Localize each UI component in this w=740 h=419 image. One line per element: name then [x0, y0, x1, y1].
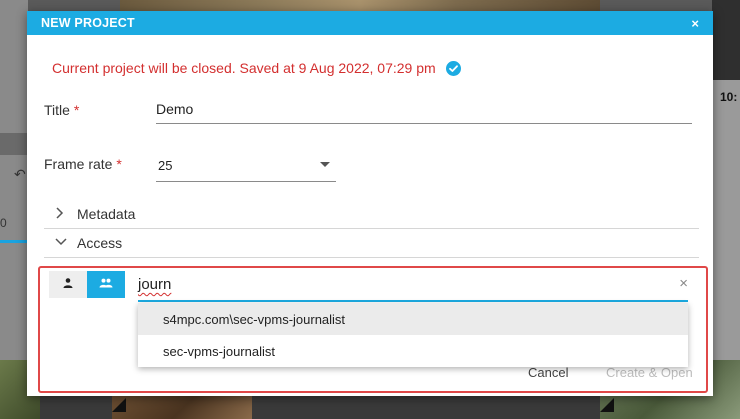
section-access[interactable]: Access — [44, 229, 699, 258]
suggestion-item[interactable]: sec-vpms-journalist — [138, 335, 688, 367]
access-search-input[interactable]: journ — [138, 276, 171, 293]
frame-rate-label-text: Frame rate — [44, 156, 113, 172]
check-circle-icon — [445, 60, 461, 76]
section-access-label: Access — [77, 235, 123, 251]
background-timeline-bar — [0, 240, 28, 243]
group-icon — [99, 276, 113, 294]
background-timeline-number: 0 — [0, 216, 7, 230]
search-underline — [138, 300, 688, 302]
user-toggle-button[interactable] — [49, 271, 87, 298]
chevron-down-icon[interactable] — [320, 162, 330, 167]
dialog-header: NEW PROJECT × — [27, 11, 713, 35]
title-input[interactable]: Demo — [156, 101, 193, 117]
background-marker — [600, 398, 614, 412]
title-label-text: Title — [44, 102, 70, 118]
create-and-open-button[interactable]: Create & Open — [606, 365, 693, 380]
save-notice-text: Current project will be closed. Saved at… — [52, 60, 436, 76]
cancel-button[interactable]: Cancel — [528, 365, 568, 380]
chevron-right-icon — [55, 206, 71, 222]
background-left-strip — [0, 133, 28, 155]
required-mark: * — [116, 156, 122, 172]
save-notice: Current project will be closed. Saved at… — [52, 60, 461, 76]
suggestions-dropdown: s4mpc.com\sec-vpms-journalist sec-vpms-j… — [138, 303, 688, 367]
suggestion-item[interactable]: s4mpc.com\sec-vpms-journalist — [138, 303, 688, 335]
section-metadata-label: Metadata — [77, 206, 136, 222]
background-left-panel — [0, 0, 28, 419]
dialog-title: NEW PROJECT — [41, 16, 135, 30]
new-project-dialog: NEW PROJECT × Current project will be cl… — [27, 11, 713, 396]
person-icon — [62, 276, 74, 294]
close-icon[interactable]: × — [691, 16, 699, 31]
group-toggle-button[interactable] — [87, 271, 125, 298]
frame-rate-select[interactable]: 25 — [158, 158, 172, 173]
title-label: Title * — [44, 102, 79, 118]
access-search-field: journ × — [138, 273, 688, 302]
frame-rate-underline — [156, 181, 336, 182]
access-type-toggle — [49, 271, 125, 298]
background-undo-icon: ↶ — [14, 166, 26, 182]
background-marker — [112, 398, 126, 412]
frame-rate-label: Frame rate * — [44, 156, 122, 172]
title-input-underline — [156, 123, 692, 124]
required-mark: * — [73, 102, 80, 118]
background-right-top — [712, 0, 740, 80]
section-metadata[interactable]: Metadata — [44, 200, 699, 229]
chevron-down-icon — [55, 236, 71, 250]
background-time-label: 10: — [720, 90, 738, 104]
clear-icon[interactable]: × — [679, 275, 688, 292]
